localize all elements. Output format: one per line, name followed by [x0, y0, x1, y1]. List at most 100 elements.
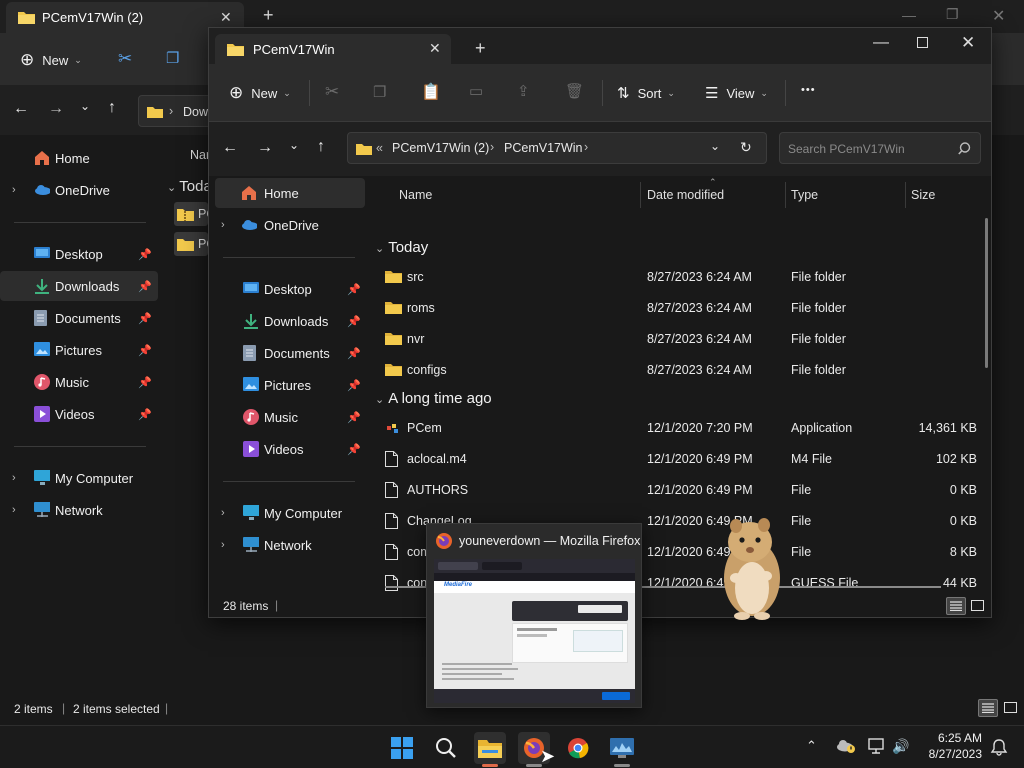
refresh-icon[interactable]: ↻ — [740, 139, 752, 156]
show-hidden-icons-chevron[interactable]: ⌃ — [806, 738, 817, 754]
nav-desktop[interactable]: Desktop 📌 — [209, 274, 367, 304]
expand-chevron-icon[interactable]: › — [221, 539, 225, 551]
pin-icon[interactable]: 📌 — [347, 379, 361, 392]
new-button[interactable]: ⊕ New ⌄ — [229, 83, 291, 103]
nav-pictures[interactable]: Pictures 📌 — [209, 370, 367, 400]
column-separator[interactable] — [905, 182, 906, 208]
back-nav-videos[interactable]: Videos 📌 — [0, 399, 158, 429]
new-tab-button[interactable]: + — [475, 38, 486, 59]
file-row[interactable]: roms 8/27/2023 6:24 AM File folder — [379, 292, 983, 323]
back-selected-file-row[interactable]: PC — [174, 232, 215, 256]
file-row[interactable]: nvr 8/27/2023 6:24 AM File folder — [379, 323, 983, 354]
expand-chevron-icon[interactable]: › — [221, 219, 225, 231]
chrome-taskbar-button[interactable] — [562, 732, 594, 764]
back-arrow-icon[interactable]: ← — [222, 139, 238, 157]
volume-icon[interactable]: 🔊 — [892, 738, 909, 755]
network-status-icon[interactable] — [868, 738, 886, 754]
copy-icon[interactable]: ❐ — [166, 49, 179, 67]
pin-icon[interactable]: 📌 — [138, 312, 152, 325]
back-nav-music[interactable]: Music 📌 — [0, 367, 158, 397]
file-explorer-taskbar-button[interactable] — [474, 732, 506, 767]
new-tab-button[interactable]: + — [263, 5, 274, 26]
nav-my-computer[interactable]: › My Computer — [209, 498, 367, 528]
back-group-today[interactable]: ⌄ Toda — [167, 178, 212, 195]
breadcrumb-chevron-icon[interactable]: › — [584, 140, 588, 154]
back-nav-network[interactable]: › Network — [0, 495, 158, 525]
pin-icon[interactable]: 📌 — [347, 347, 361, 360]
forward-arrow-icon[interactable]: → — [257, 139, 273, 157]
breadcrumb-chevron-icon[interactable]: › — [490, 140, 494, 154]
back-arrow-icon[interactable]: ← — [13, 100, 29, 118]
search-icon[interactable] — [958, 142, 971, 155]
nav-network[interactable]: › Network — [209, 530, 367, 560]
nav-downloads[interactable]: Downloads 📌 — [209, 306, 367, 336]
back-nav-onedrive[interactable]: › OneDrive — [0, 175, 158, 205]
breadcrumb-overflow[interactable]: « — [376, 141, 383, 155]
minimize-icon[interactable]: — — [902, 7, 916, 23]
details-view-button[interactable] — [978, 699, 998, 717]
pin-icon[interactable]: 📌 — [138, 344, 152, 357]
pin-icon[interactable]: 📌 — [347, 283, 361, 296]
pin-icon[interactable]: 📌 — [138, 408, 152, 421]
close-window-icon[interactable]: ✕ — [992, 6, 1005, 26]
notification-bell-icon[interactable] — [990, 738, 1008, 756]
file-row[interactable]: configs 8/27/2023 6:24 AM File folder — [379, 354, 983, 385]
view-button[interactable]: ☰ View ⌄ — [705, 84, 768, 102]
address-bar[interactable]: « PCemV17Win (2) › PCemV17Win › ⌄ ↻ — [347, 132, 767, 164]
recent-locations-chevron-icon[interactable]: ⌄ — [289, 138, 299, 152]
new-button[interactable]: ⊕ New ⌄ — [20, 50, 82, 70]
nav-home[interactable]: Home — [215, 178, 365, 208]
system-clock[interactable]: 6:25 AM 8/27/2023 — [920, 730, 982, 762]
paste-icon[interactable]: 📋 — [421, 82, 441, 102]
group-header-long-ago[interactable]: ⌄ A long time ago — [375, 390, 492, 407]
column-header-date[interactable]: Date modified — [647, 188, 724, 202]
recent-chevron-icon[interactable]: ⌄ — [80, 99, 90, 113]
start-button[interactable] — [386, 732, 418, 764]
back-address-bar[interactable]: › Dow — [138, 95, 218, 127]
back-selected-file-row[interactable]: PC — [174, 202, 215, 226]
column-header-type[interactable]: Type — [791, 188, 818, 202]
search-input[interactable] — [788, 140, 953, 158]
expand-chevron-icon[interactable]: › — [221, 507, 225, 519]
pin-icon[interactable]: 📌 — [347, 411, 361, 424]
back-nav-documents[interactable]: Documents 📌 — [0, 303, 158, 333]
more-options-icon[interactable]: ••• — [801, 84, 816, 96]
maximize-icon[interactable] — [917, 37, 928, 48]
pin-icon[interactable]: 📌 — [138, 248, 152, 261]
nav-documents[interactable]: Documents 📌 — [209, 338, 367, 368]
breadcrumb-item[interactable]: PCemV17Win — [504, 141, 583, 155]
back-nav-pictures[interactable]: Pictures 📌 — [0, 335, 158, 365]
cut-icon[interactable]: ✂ — [325, 82, 339, 102]
sort-button[interactable]: ⇅ Sort ⌄ — [617, 84, 675, 102]
close-icon[interactable]: ✕ — [220, 9, 232, 26]
expand-chevron-icon[interactable]: › — [12, 184, 16, 196]
restore-icon[interactable]: ❐ — [946, 6, 959, 23]
tab-pcemv17win[interactable]: PCemV17Win ✕ — [215, 34, 451, 64]
expand-chevron-icon[interactable]: › — [12, 504, 16, 516]
file-row[interactable]: AUTHORS 12/1/2020 6:49 PM File 0 KB — [379, 474, 983, 505]
file-row[interactable]: PCem 12/1/2020 7:20 PM Application 14,36… — [379, 412, 983, 443]
pin-icon[interactable]: 📌 — [347, 315, 361, 328]
delete-icon[interactable]: 🗑 — [565, 82, 584, 100]
close-tab-icon[interactable]: ✕ — [429, 40, 441, 57]
nav-videos[interactable]: Videos 📌 — [209, 434, 367, 464]
expand-chevron-icon[interactable]: › — [12, 472, 16, 484]
nav-music[interactable]: Music 📌 — [209, 402, 367, 432]
forward-arrow-icon[interactable]: → — [48, 100, 64, 118]
tiles-view-icon[interactable] — [971, 600, 984, 611]
copy-icon[interactable]: ❐ — [373, 83, 386, 101]
column-separator[interactable] — [785, 182, 786, 208]
pin-icon[interactable]: 📌 — [138, 280, 152, 293]
back-nav-home[interactable]: Home — [0, 143, 158, 173]
column-header-size[interactable]: Size — [911, 188, 935, 202]
firefox-taskbar-preview[interactable]: youneverdown — Mozilla Firefox MediaFire — [426, 523, 642, 708]
back-nav-my-computer[interactable]: › My Computer — [0, 463, 158, 493]
search-box[interactable] — [779, 132, 981, 164]
pin-icon[interactable]: 📌 — [347, 443, 361, 456]
details-view-button[interactable] — [946, 597, 966, 615]
close-window-icon[interactable]: ✕ — [961, 33, 975, 53]
vertical-scrollbar[interactable] — [985, 218, 988, 368]
cut-icon[interactable]: ✂ — [118, 49, 132, 69]
rename-icon[interactable]: ▭ — [469, 82, 483, 100]
address-dropdown-icon[interactable]: ⌄ — [710, 139, 720, 153]
